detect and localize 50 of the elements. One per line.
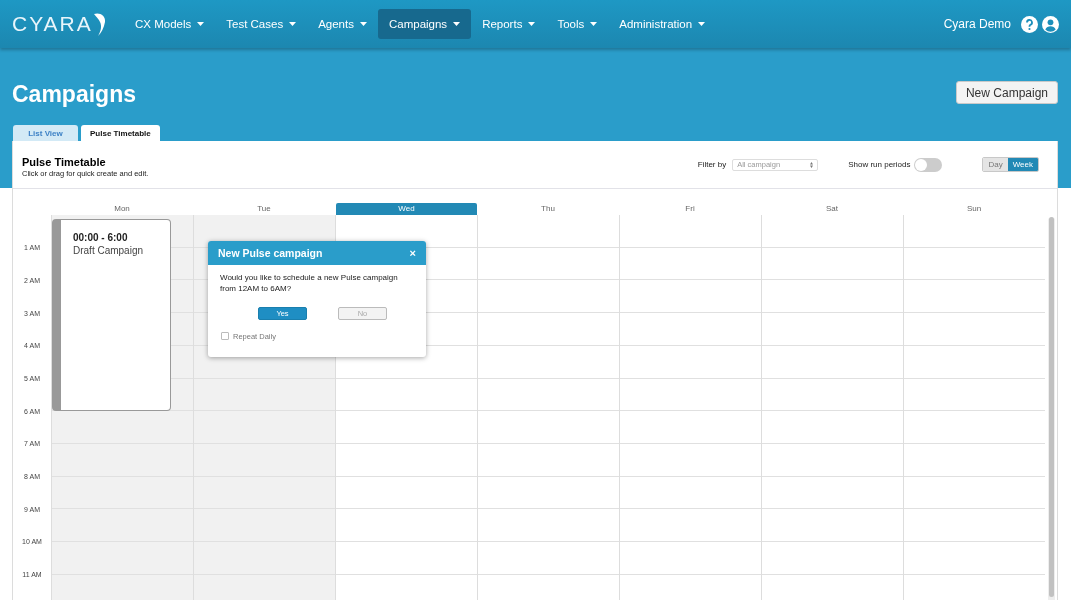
repeat-checkbox[interactable] [221, 332, 229, 341]
day-header: Mon [113, 203, 131, 215]
dialog-message: Would you like to schedule a new Pulse campaign from 12AM to 6AM? [219, 272, 399, 295]
nav-menu-item[interactable]: Reports [471, 9, 547, 39]
swoosh-logo-icon [92, 12, 107, 36]
caret-icon [359, 22, 367, 26]
filter-label: Filter by [697, 160, 727, 169]
day-header: Tue [256, 203, 272, 215]
close-button[interactable]: × [409, 247, 416, 259]
nav-menu-item[interactable]: Administration [608, 9, 717, 39]
page-title: Campaigns [12, 81, 136, 108]
day-column[interactable] [619, 215, 761, 600]
run-periods-label: Show run periods [848, 160, 911, 169]
day-column[interactable] [903, 215, 1045, 600]
caret-icon [590, 22, 598, 26]
scrollbar[interactable] [1047, 217, 1055, 600]
caret-icon [453, 22, 461, 26]
day-header: Thu [540, 203, 556, 215]
nav-menu-item[interactable]: Tools [546, 9, 609, 39]
run-periods-toggle[interactable] [914, 157, 943, 172]
caret-icon [698, 22, 706, 26]
help-icon[interactable] [1021, 15, 1038, 33]
view-tab[interactable]: Pulse Timetable [81, 125, 160, 141]
nav-menu-item[interactable]: Campaigns [377, 9, 472, 39]
day-header: Sun [965, 203, 983, 215]
dialog-title: New Pulse campaign [218, 247, 323, 259]
event-title: Draft Campaign [73, 245, 145, 256]
user-name[interactable]: Cyara Demo [943, 17, 1011, 31]
day-column[interactable] [761, 215, 903, 600]
caret-icon [197, 22, 205, 26]
new-campaign-button[interactable]: New Campaign [955, 81, 1058, 104]
view-toggle-button[interactable]: Week [1007, 158, 1038, 171]
updown-icon [810, 161, 814, 168]
day-header: Fri [684, 203, 696, 215]
logo-text: CYARA [12, 12, 93, 36]
day-header: Sat [825, 203, 839, 215]
day-column[interactable] [477, 215, 619, 600]
panel-title: Pulse Timetable [22, 155, 107, 168]
nav-menu-item[interactable]: CX Models [124, 9, 216, 39]
nav-menu-item[interactable]: Test Cases [215, 9, 308, 39]
day-header: Wed [336, 203, 477, 215]
user-account-icon[interactable] [1042, 15, 1059, 33]
view-toggle-button[interactable]: Day [983, 158, 1008, 171]
event-time: 00:00 - 6:00 [73, 232, 129, 243]
caret-icon [289, 22, 297, 26]
caret-icon [528, 22, 536, 26]
nav-menu-item[interactable]: Agents [307, 9, 378, 39]
day-column[interactable]: 00:00 - 6:00 Draft Campaign [51, 215, 193, 600]
campaign-event[interactable]: 00:00 - 6:00 Draft Campaign [52, 219, 171, 411]
view-tab[interactable]: List View [13, 125, 78, 141]
